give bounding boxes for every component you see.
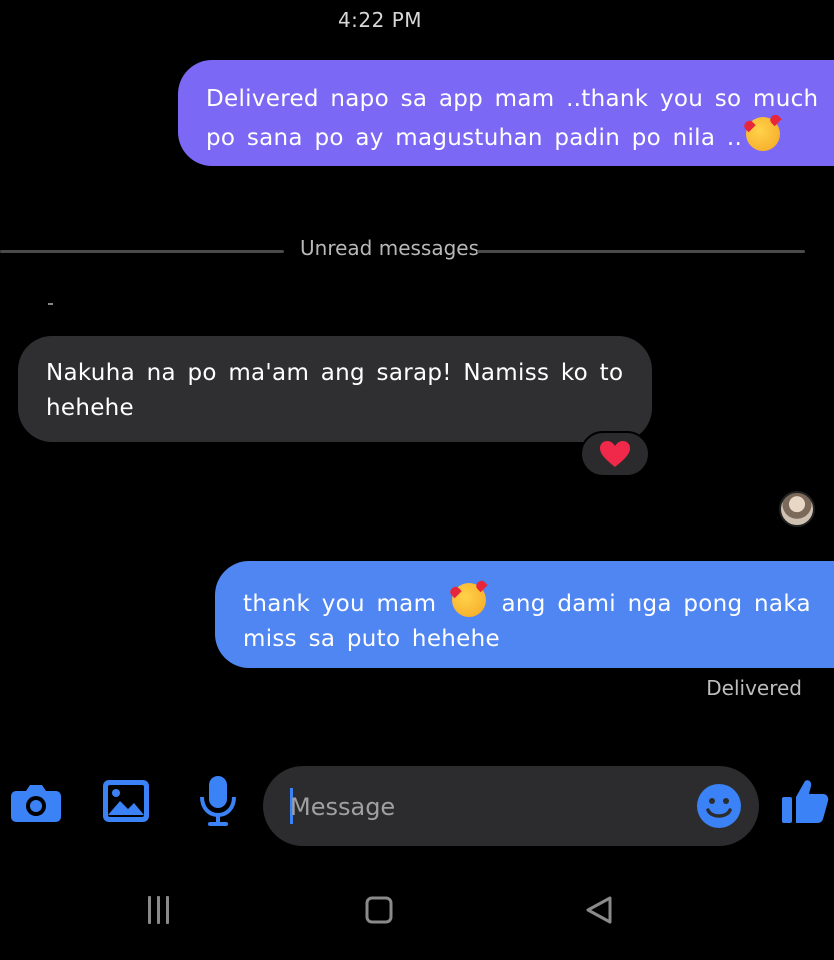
message-text: thank you mam <box>243 591 437 617</box>
microphone-icon <box>200 776 236 826</box>
incoming-message-bubble[interactable]: Nakuha na po ma'am ang sarap! Namiss ko … <box>18 336 652 442</box>
home-button[interactable] <box>362 893 396 927</box>
back-icon <box>586 896 612 924</box>
outgoing-message-bubble[interactable]: thank you mam ang dami nga pong naka mis… <box>215 561 834 668</box>
smiling-face-with-hearts-icon <box>746 117 781 151</box>
seen-avatar <box>779 491 815 527</box>
voice-message-button[interactable] <box>198 774 238 828</box>
message-input[interactable] <box>290 789 650 825</box>
unread-divider: Unread messages <box>0 236 834 266</box>
recent-apps-button[interactable] <box>142 893 176 927</box>
divider-line-left <box>0 250 284 253</box>
sender-name-fragment <box>48 303 53 305</box>
red-heart-icon <box>600 441 630 467</box>
home-icon <box>365 896 393 924</box>
camera-button[interactable] <box>10 780 62 824</box>
image-icon <box>103 780 149 822</box>
unread-divider-label: Unread messages <box>300 236 480 260</box>
divider-line-right <box>477 250 805 253</box>
like-button[interactable] <box>780 776 830 826</box>
smiling-face-with-hearts-icon <box>451 583 486 617</box>
message-text: Nakuha na po ma'am ang sarap! Namiss ko … <box>46 360 624 421</box>
message-timestamp: 4:22 PM <box>337 8 423 32</box>
menu-icon <box>148 896 169 924</box>
emoji-icon <box>697 784 741 828</box>
camera-icon <box>11 785 61 822</box>
heart-reaction[interactable] <box>580 431 650 477</box>
gallery-button[interactable] <box>102 778 150 824</box>
delivery-status: Delivered <box>706 676 802 700</box>
thumbs-up-icon <box>782 780 829 823</box>
outgoing-message-bubble[interactable]: Delivered napo sa app mam ..thank you so… <box>178 60 834 166</box>
message-text: Delivered napo sa app mam ..thank you so… <box>206 86 819 151</box>
back-button[interactable] <box>582 893 616 927</box>
emoji-button[interactable] <box>695 782 743 830</box>
